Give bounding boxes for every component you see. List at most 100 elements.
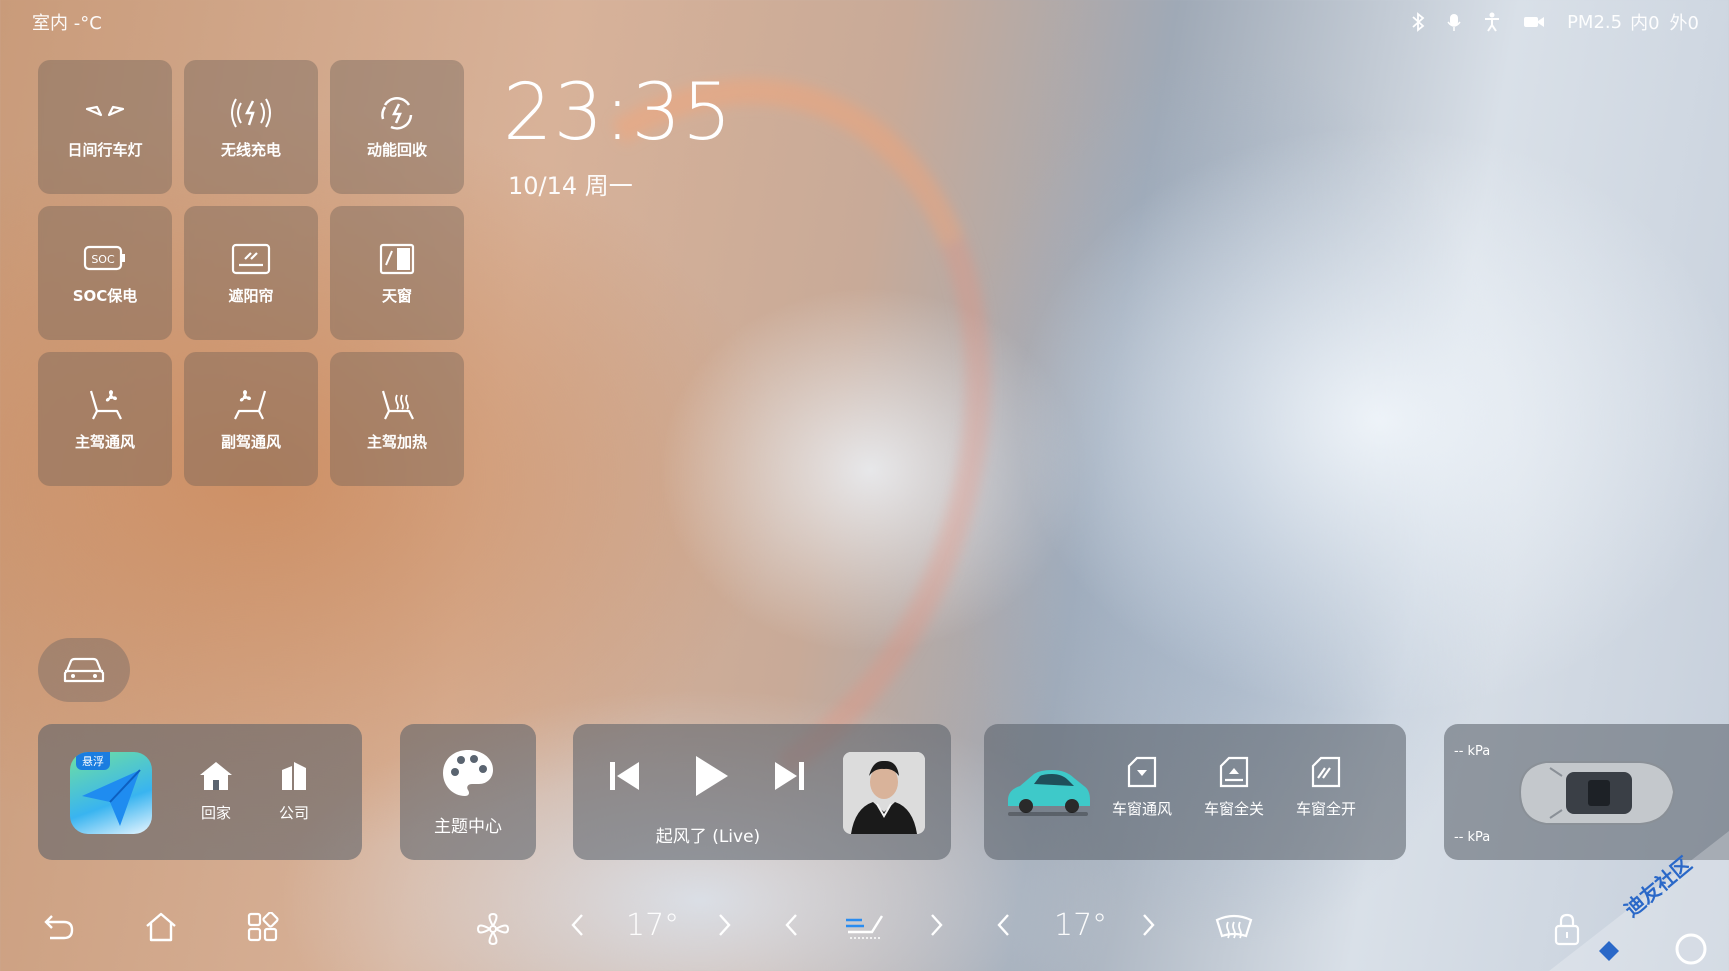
microphone-icon <box>1447 14 1461 31</box>
chevron-left-icon <box>785 914 797 936</box>
chevron-left-icon <box>571 914 583 936</box>
sunshade-icon <box>231 243 271 274</box>
back-button[interactable] <box>42 912 76 942</box>
tile-label: 主驾通风 <box>74 432 135 451</box>
play-icon <box>696 756 728 796</box>
status-bar-right: PM2.5 内0 外0 <box>1411 8 1699 36</box>
window-control-card: 车窗通风 车窗全关 车窗全开 <box>984 724 1406 860</box>
pm25-label: PM2.5 <box>1567 11 1623 33</box>
daytime-running-light-tile[interactable]: 日间行车灯 <box>38 60 172 194</box>
office-building-icon <box>282 762 306 790</box>
tile-label: 遮阳帘 <box>228 286 274 305</box>
camera-icon <box>1524 17 1545 27</box>
previous-track-button[interactable] <box>607 758 643 798</box>
home-label: 回家 <box>200 804 231 822</box>
airflow-mode-icon <box>846 915 884 939</box>
airflow-mode-decrease-button[interactable] <box>784 912 800 938</box>
map-app-icon[interactable]: 悬浮 <box>70 752 152 834</box>
music-player-card: 起风了 (Live) <box>573 724 951 860</box>
go-home-button[interactable]: 回家 <box>186 760 246 823</box>
passenger-seat-ventilation-icon <box>234 389 267 419</box>
chevron-left-icon <box>997 914 1009 936</box>
window-vent-label: 车窗通风 <box>1111 800 1172 818</box>
home-button[interactable] <box>144 912 178 942</box>
community-watermark: 迪友社区 <box>1519 811 1729 971</box>
pm25-inside: 内0 <box>1630 13 1660 34</box>
navigation-card: 悬浮 回家 公司 <box>38 724 362 860</box>
left-temp-increase-button[interactable] <box>716 912 732 938</box>
person-icon <box>1485 12 1500 32</box>
left-temp-decrease-button[interactable] <box>570 912 586 938</box>
tile-label: 日间行车灯 <box>67 140 143 159</box>
app-grid-icon <box>247 912 279 942</box>
svg-text:SOC: SOC <box>91 253 115 266</box>
theme-center-card[interactable]: 主题中心 <box>400 724 536 860</box>
left-temperature: 17° <box>626 908 680 943</box>
window-close-icon <box>1219 756 1249 788</box>
next-track-button[interactable] <box>771 758 807 798</box>
pm25-outside: 外0 <box>1669 13 1699 34</box>
previous-track-icon <box>610 762 639 790</box>
go-to-work-button[interactable]: 公司 <box>264 760 324 823</box>
sunshade-tile[interactable]: 遮阳帘 <box>184 206 318 340</box>
fan-icon <box>476 912 510 946</box>
indoor-temperature: 室内 -°C <box>32 13 102 34</box>
clock-date: 10/14 周一 <box>508 172 633 200</box>
palette-icon <box>443 749 493 796</box>
vehicle-status-button[interactable] <box>38 638 130 702</box>
window-open-all-button[interactable]: 车窗全开 <box>1288 756 1364 819</box>
vehicle-thumbnail[interactable] <box>1004 762 1092 818</box>
song-title: 起风了 (Live) <box>655 827 761 847</box>
clock-time: 23:35 <box>503 68 733 158</box>
window-vent-icon <box>1127 756 1157 788</box>
airflow-mode-button[interactable] <box>842 908 888 944</box>
status-bar-left: 室内 -°C <box>32 8 102 36</box>
right-temp-decrease-button[interactable] <box>996 912 1012 938</box>
play-button[interactable] <box>690 754 730 802</box>
next-track-icon <box>775 762 804 790</box>
home-outline-icon <box>146 912 176 942</box>
front-tire-pressure: -- kPa <box>1454 744 1491 759</box>
fan-button[interactable] <box>474 912 512 946</box>
theme-center-label: 主题中心 <box>434 816 502 837</box>
window-vent-button[interactable]: 车窗通风 <box>1104 756 1180 819</box>
car-icon <box>63 657 105 683</box>
sunroof-tile[interactable]: 天窗 <box>330 206 464 340</box>
app-grid-button[interactable] <box>246 912 280 942</box>
driver-seat-heating-icon <box>381 390 414 419</box>
album-art[interactable] <box>843 752 925 834</box>
bluetooth-icon <box>1412 12 1425 32</box>
floating-badge: 悬浮 <box>76 752 110 770</box>
passenger-seat-ventilation-tile[interactable]: 副驾通风 <box>184 352 318 486</box>
energy-recovery-tile[interactable]: 动能回收 <box>330 60 464 194</box>
window-close-all-label: 车窗全关 <box>1203 800 1264 818</box>
windshield-defrost-icon <box>1215 914 1253 939</box>
wireless-charging-tile[interactable]: 无线充电 <box>184 60 318 194</box>
soc-battery-icon: SOC <box>83 245 125 270</box>
chevron-right-icon <box>931 914 943 936</box>
window-close-all-button[interactable]: 车窗全关 <box>1196 756 1272 819</box>
window-open-all-label: 车窗全开 <box>1295 800 1356 818</box>
chevron-right-icon <box>1143 914 1155 936</box>
tile-label: 动能回收 <box>366 140 427 159</box>
back-icon <box>44 915 74 940</box>
soc-battery-tile[interactable]: SOC SOC保电 <box>38 206 172 340</box>
driver-seat-ventilation-tile[interactable]: 主驾通风 <box>38 352 172 486</box>
window-open-icon <box>1311 756 1341 788</box>
daytime-running-light-icon <box>85 105 125 116</box>
airflow-mode-increase-button[interactable] <box>928 912 944 938</box>
chevron-right-icon <box>719 914 731 936</box>
sunroof-icon <box>379 243 415 274</box>
energy-recovery-icon <box>381 96 413 130</box>
driver-seat-heating-tile[interactable]: 主驾加热 <box>330 352 464 486</box>
right-temperature: 17° <box>1054 908 1108 943</box>
defrost-button[interactable] <box>1214 912 1254 944</box>
tile-label: 主驾加热 <box>366 432 427 451</box>
tile-label: SOC保电 <box>72 286 138 305</box>
tile-label: 无线充电 <box>220 140 281 159</box>
work-label: 公司 <box>278 804 309 822</box>
tile-label: 天窗 <box>381 286 412 305</box>
right-temp-increase-button[interactable] <box>1140 912 1156 938</box>
home-icon <box>200 762 232 790</box>
tile-label: 副驾通风 <box>220 432 281 451</box>
